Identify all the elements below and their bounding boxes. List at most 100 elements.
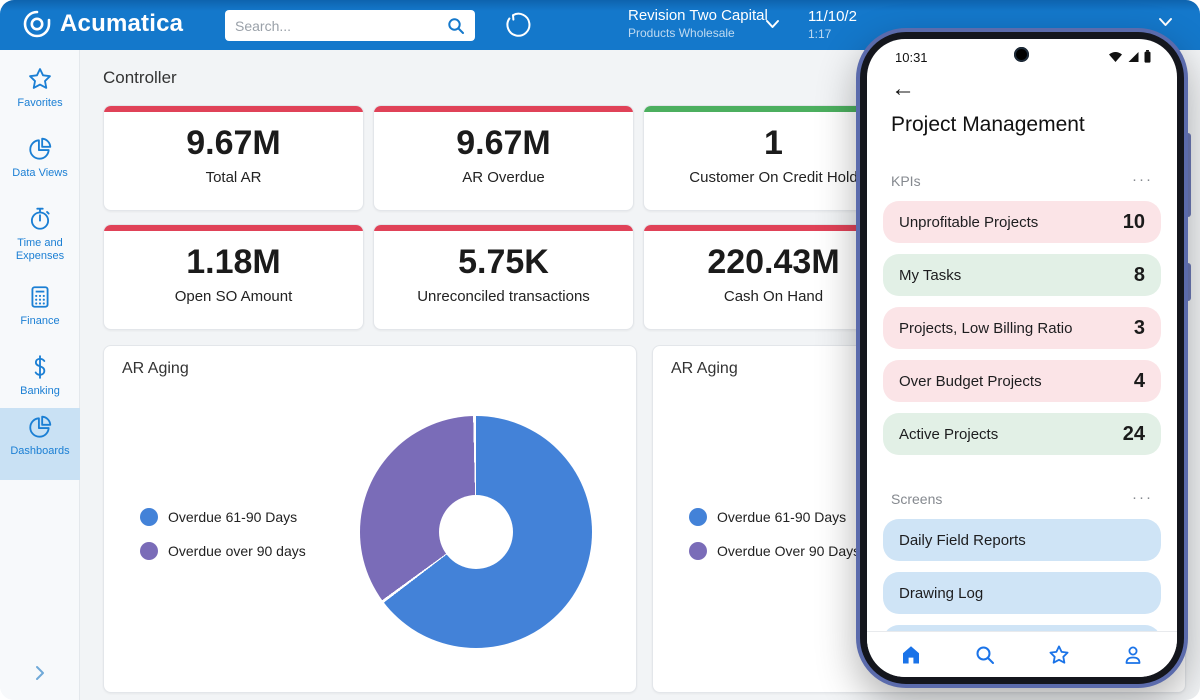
kpi-row-label: My Tasks bbox=[899, 267, 1134, 284]
star-icon bbox=[1047, 643, 1071, 667]
kpi-card-ar-overdue[interactable]: 9.67M AR Overdue bbox=[373, 105, 634, 211]
legend-dot bbox=[689, 542, 707, 560]
kpi-row-value: 4 bbox=[1134, 370, 1145, 393]
donut-chart[interactable] bbox=[360, 416, 592, 648]
sidebar-label: Time and Expenses bbox=[8, 237, 72, 263]
legend-item[interactable]: Overdue 61-90 Days bbox=[140, 508, 306, 526]
company-chevron-down-icon[interactable] bbox=[765, 19, 780, 29]
company-name: Revision Two Capital bbox=[628, 7, 768, 26]
kpi-row-low-billing-ratio[interactable]: Projects, Low Billing Ratio 3 bbox=[883, 307, 1161, 349]
time-value: 1:17 bbox=[808, 27, 857, 43]
kpi-row-over-budget-projects[interactable]: Over Budget Projects 4 bbox=[883, 360, 1161, 402]
kpis-menu-ellipsis-icon[interactable]: ··· bbox=[1132, 171, 1153, 188]
screen-row-label: Drawing Log bbox=[899, 585, 1145, 602]
sidebar-item-banking[interactable]: Banking bbox=[0, 348, 80, 398]
kpi-row-active-projects[interactable]: Active Projects 24 bbox=[883, 413, 1161, 455]
legend-label: Overdue Over 90 Days bbox=[717, 543, 860, 559]
kpi-row-value: 8 bbox=[1134, 264, 1145, 287]
sidebar-item-time-and-expenses[interactable]: Time and Expenses bbox=[0, 200, 80, 263]
legend-dot bbox=[689, 508, 707, 526]
camera-punch-hole bbox=[1014, 47, 1029, 62]
sidebar-label: Favorites bbox=[17, 97, 62, 110]
phone-screen: 10:31 ← bbox=[867, 39, 1177, 677]
kpi-card-unreconciled-transactions[interactable]: 5.75K Unreconciled transactions bbox=[373, 224, 634, 330]
home-nav-button[interactable] bbox=[899, 643, 923, 667]
date-value: 11/10/2 bbox=[808, 7, 857, 27]
sidebar-expand-chevron-right-icon[interactable] bbox=[0, 665, 80, 686]
acumatica-logo: Acumatica bbox=[22, 9, 183, 39]
legend-item[interactable]: Overdue Over 90 Days bbox=[689, 542, 860, 560]
legend-dot bbox=[140, 542, 158, 560]
phone-page-title: Project Management bbox=[891, 113, 1085, 137]
stopwatch-icon bbox=[27, 206, 53, 232]
sidebar-label: Banking bbox=[20, 385, 60, 398]
sidebar-label: Dashboards bbox=[10, 445, 69, 458]
kpi-row-unprofitable-projects[interactable]: Unprofitable Projects 10 bbox=[883, 201, 1161, 243]
kpi-accent-bar bbox=[374, 106, 633, 112]
pie-chart-icon bbox=[27, 136, 53, 162]
kpi-value: 9.67M bbox=[374, 124, 633, 163]
kpi-value: 5.75K bbox=[374, 243, 633, 282]
business-date[interactable]: 11/10/2 1:17 bbox=[808, 7, 857, 42]
kpi-card-total-ar[interactable]: 9.67M Total AR bbox=[103, 105, 364, 211]
pie-chart-icon bbox=[27, 414, 53, 440]
kpi-value: 9.67M bbox=[104, 124, 363, 163]
favorites-nav-button[interactable] bbox=[1047, 643, 1071, 667]
chart-legend: Overdue 61-90 Days Overdue Over 90 Days bbox=[689, 508, 860, 560]
chart-title: AR Aging bbox=[671, 360, 738, 378]
sidebar-label: Finance bbox=[20, 315, 59, 328]
dollar-icon bbox=[27, 354, 53, 380]
kpi-row-label: Over Budget Projects bbox=[899, 373, 1134, 390]
kpi-row-label: Unprofitable Projects bbox=[899, 214, 1123, 231]
company-selector[interactable]: Revision Two Capital Products Wholesale bbox=[628, 7, 768, 41]
company-branch: Products Wholesale bbox=[628, 26, 768, 41]
chart-legend: Overdue 61-90 Days Overdue over 90 days bbox=[140, 508, 306, 560]
screen-row-daily-field-reports[interactable]: Daily Field Reports bbox=[883, 519, 1161, 561]
search-icon[interactable] bbox=[447, 17, 465, 35]
kpi-row-value: 3 bbox=[1134, 317, 1145, 340]
sidebar: Favorites Data Views Time and Expenses bbox=[0, 50, 80, 700]
sidebar-label: Data Views bbox=[12, 167, 67, 180]
kpi-label: Unreconciled transactions bbox=[374, 288, 633, 305]
kpi-row-my-tasks[interactable]: My Tasks 8 bbox=[883, 254, 1161, 296]
sidebar-item-data-views[interactable]: Data Views bbox=[0, 130, 80, 180]
search-nav-button[interactable] bbox=[973, 643, 997, 667]
profile-nav-button[interactable] bbox=[1121, 643, 1145, 667]
kpi-row-value: 10 bbox=[1123, 211, 1145, 234]
search-input[interactable] bbox=[235, 18, 447, 34]
legend-label: Overdue over 90 days bbox=[168, 543, 306, 559]
phone-frame: 10:31 ← bbox=[856, 28, 1188, 688]
search-icon bbox=[973, 643, 997, 667]
kpi-accent-bar bbox=[374, 225, 633, 231]
cell-signal-icon bbox=[1127, 51, 1140, 63]
screen-row-drawing-log[interactable]: Drawing Log bbox=[883, 572, 1161, 614]
legend-item[interactable]: Overdue 61-90 Days bbox=[689, 508, 860, 526]
screens-section-heading: Screens bbox=[891, 491, 942, 507]
wifi-icon bbox=[1108, 51, 1123, 63]
screens-menu-ellipsis-icon[interactable]: ··· bbox=[1132, 489, 1153, 506]
home-icon bbox=[899, 643, 923, 667]
acumatica-logo-icon bbox=[22, 9, 52, 39]
phone-status-bar: 10:31 bbox=[867, 39, 1177, 73]
back-arrow-icon[interactable]: ← bbox=[891, 77, 915, 101]
kpi-row-value: 24 bbox=[1123, 423, 1145, 446]
mobile-phone: 10:31 ← bbox=[856, 28, 1188, 688]
sidebar-item-favorites[interactable]: Favorites bbox=[0, 60, 80, 110]
kpi-accent-bar bbox=[104, 106, 363, 112]
battery-icon bbox=[1144, 50, 1151, 63]
person-icon bbox=[1121, 643, 1145, 667]
phone-bottom-nav bbox=[867, 631, 1177, 677]
user-menu-chevron-down-icon[interactable] bbox=[1158, 17, 1173, 27]
ar-aging-chart-panel: AR Aging Overdue 61-90 Days Overdue over… bbox=[103, 345, 637, 693]
timer-icon[interactable] bbox=[505, 12, 531, 38]
calculator-icon bbox=[27, 284, 53, 310]
kpi-row-label: Projects, Low Billing Ratio bbox=[899, 320, 1134, 337]
status-time: 10:31 bbox=[895, 50, 928, 65]
sidebar-item-finance[interactable]: Finance bbox=[0, 278, 80, 328]
sidebar-item-dashboards[interactable]: Dashboards bbox=[0, 408, 80, 480]
legend-item[interactable]: Overdue over 90 days bbox=[140, 542, 306, 560]
global-search[interactable] bbox=[225, 10, 475, 41]
kpi-accent-bar bbox=[104, 225, 363, 231]
page-title: Controller bbox=[103, 68, 177, 88]
kpi-card-open-so-amount[interactable]: 1.18M Open SO Amount bbox=[103, 224, 364, 330]
